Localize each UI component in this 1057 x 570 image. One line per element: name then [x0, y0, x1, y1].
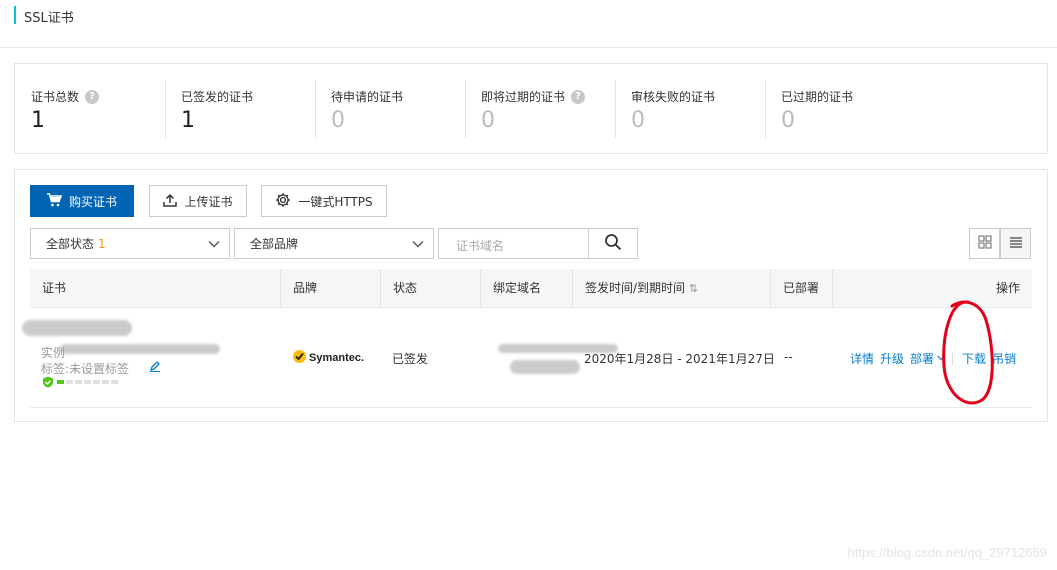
stat-pending: 待申请的证书 0 — [315, 80, 465, 138]
redaction-smear — [22, 320, 132, 336]
table-row: 实例 标签:未设置标签 Symantec. 已签发 2020年1月28日 - 2… — [22, 308, 1032, 408]
watermark: https://blog.csdn.net/qq_29712659 — [847, 545, 1048, 560]
shield-icon — [42, 376, 54, 391]
cart-icon — [46, 192, 63, 210]
status-filter-select[interactable]: 全部状态 1 — [30, 228, 230, 259]
stat-label: 待申请的证书 — [331, 90, 404, 104]
stat-label: 已过期的证书 — [781, 90, 854, 104]
grid-view-toggle[interactable] — [969, 228, 1000, 259]
grid-icon — [978, 235, 992, 252]
brand-logo: Symantec. — [292, 349, 364, 367]
stats-panel: 证书总数? 1 已签发的证书 1 待申请的证书 0 即将过期的证书? 0 审核失… — [14, 63, 1048, 154]
domain-search-input[interactable]: 证书域名 — [438, 228, 638, 259]
stat-value: 0 — [331, 108, 345, 133]
symantec-check-icon — [292, 349, 307, 367]
detail-link[interactable]: 详情 — [850, 350, 874, 367]
stat-expired: 已过期的证书 0 — [765, 80, 915, 138]
sort-icon: ⇅ — [688, 282, 699, 295]
stat-total: 证书总数? 1 — [15, 80, 165, 138]
cert-deployed: -- — [784, 350, 793, 364]
col-time[interactable]: 签发时间/到期时间 ⇅ — [572, 269, 770, 307]
col-deployed: 已部署 — [770, 269, 832, 307]
buy-certificate-button[interactable]: 购买证书 — [30, 185, 134, 217]
stat-value: 0 — [631, 108, 645, 133]
stat-value: 0 — [781, 108, 795, 133]
chevron-down-icon — [411, 237, 425, 251]
chevron-down-icon — [207, 237, 221, 251]
search-icon — [604, 233, 622, 254]
search-placeholder: 证书域名 — [456, 239, 505, 253]
table-header: 证书 品牌 状态 绑定域名 签发时间/到期时间 ⇅ 已部署 操作 — [30, 269, 1032, 308]
upload-certificate-button[interactable]: 上传证书 — [149, 185, 247, 217]
stat-label: 即将过期的证书 — [481, 90, 566, 104]
upload-icon — [163, 193, 178, 210]
stat-issued: 已签发的证书 1 — [165, 80, 315, 138]
divider — [615, 80, 616, 138]
cert-tags: 标签:未设置标签 — [41, 362, 130, 376]
cert-instance: 实例 — [41, 346, 66, 360]
cert-status: 已签发 — [392, 352, 429, 366]
help-icon[interactable]: ? — [85, 89, 100, 104]
stat-expiring: 即将过期的证书? 0 — [465, 80, 615, 138]
search-button[interactable] — [588, 228, 638, 259]
divider — [165, 80, 166, 138]
col-domain: 绑定域名 — [480, 269, 572, 307]
divider — [765, 80, 766, 138]
help-icon[interactable]: ? — [571, 89, 586, 104]
col-status: 状态 — [380, 269, 480, 307]
stat-failed: 审核失败的证书 0 — [615, 80, 765, 138]
stat-value: 0 — [481, 108, 495, 133]
cert-validity: 2020年1月28日 - 2021年1月27日 — [584, 352, 775, 366]
certificate-panel: 购买证书 上传证书 一键式HTTPS 全部状态 1 全部品牌 证书域名 证书 品牌 — [14, 169, 1048, 422]
stat-label: 已签发的证书 — [181, 90, 254, 104]
stat-value: 1 — [31, 108, 45, 133]
col-actions: 操作 — [832, 269, 1032, 307]
divider — [315, 80, 316, 138]
one-click-https-button[interactable]: 一键式HTTPS — [261, 185, 387, 217]
page-title: SSL证书 — [24, 11, 74, 26]
title-accent-bar — [14, 6, 16, 24]
strength-bar — [57, 380, 119, 384]
stat-label: 审核失败的证书 — [631, 90, 716, 104]
deploy-link[interactable]: 部署 — [910, 350, 934, 367]
gear-icon — [275, 192, 291, 211]
divider — [465, 80, 466, 138]
list-icon — [1009, 235, 1023, 252]
page-header: SSL证书 — [0, 0, 1057, 48]
stat-label: 证书总数 — [31, 90, 80, 104]
brand-filter-select[interactable]: 全部品牌 — [234, 228, 434, 259]
col-brand: 品牌 — [280, 269, 380, 307]
redaction-smear — [510, 360, 580, 374]
annotation-circle — [942, 300, 994, 405]
redaction-smear — [60, 344, 220, 354]
edit-icon[interactable] — [149, 360, 161, 375]
stat-value: 1 — [181, 108, 195, 133]
col-cert: 证书 — [42, 281, 67, 295]
upgrade-link[interactable]: 升级 — [880, 350, 904, 367]
list-view-toggle[interactable] — [1000, 228, 1031, 259]
status-count: 1 — [98, 236, 106, 251]
